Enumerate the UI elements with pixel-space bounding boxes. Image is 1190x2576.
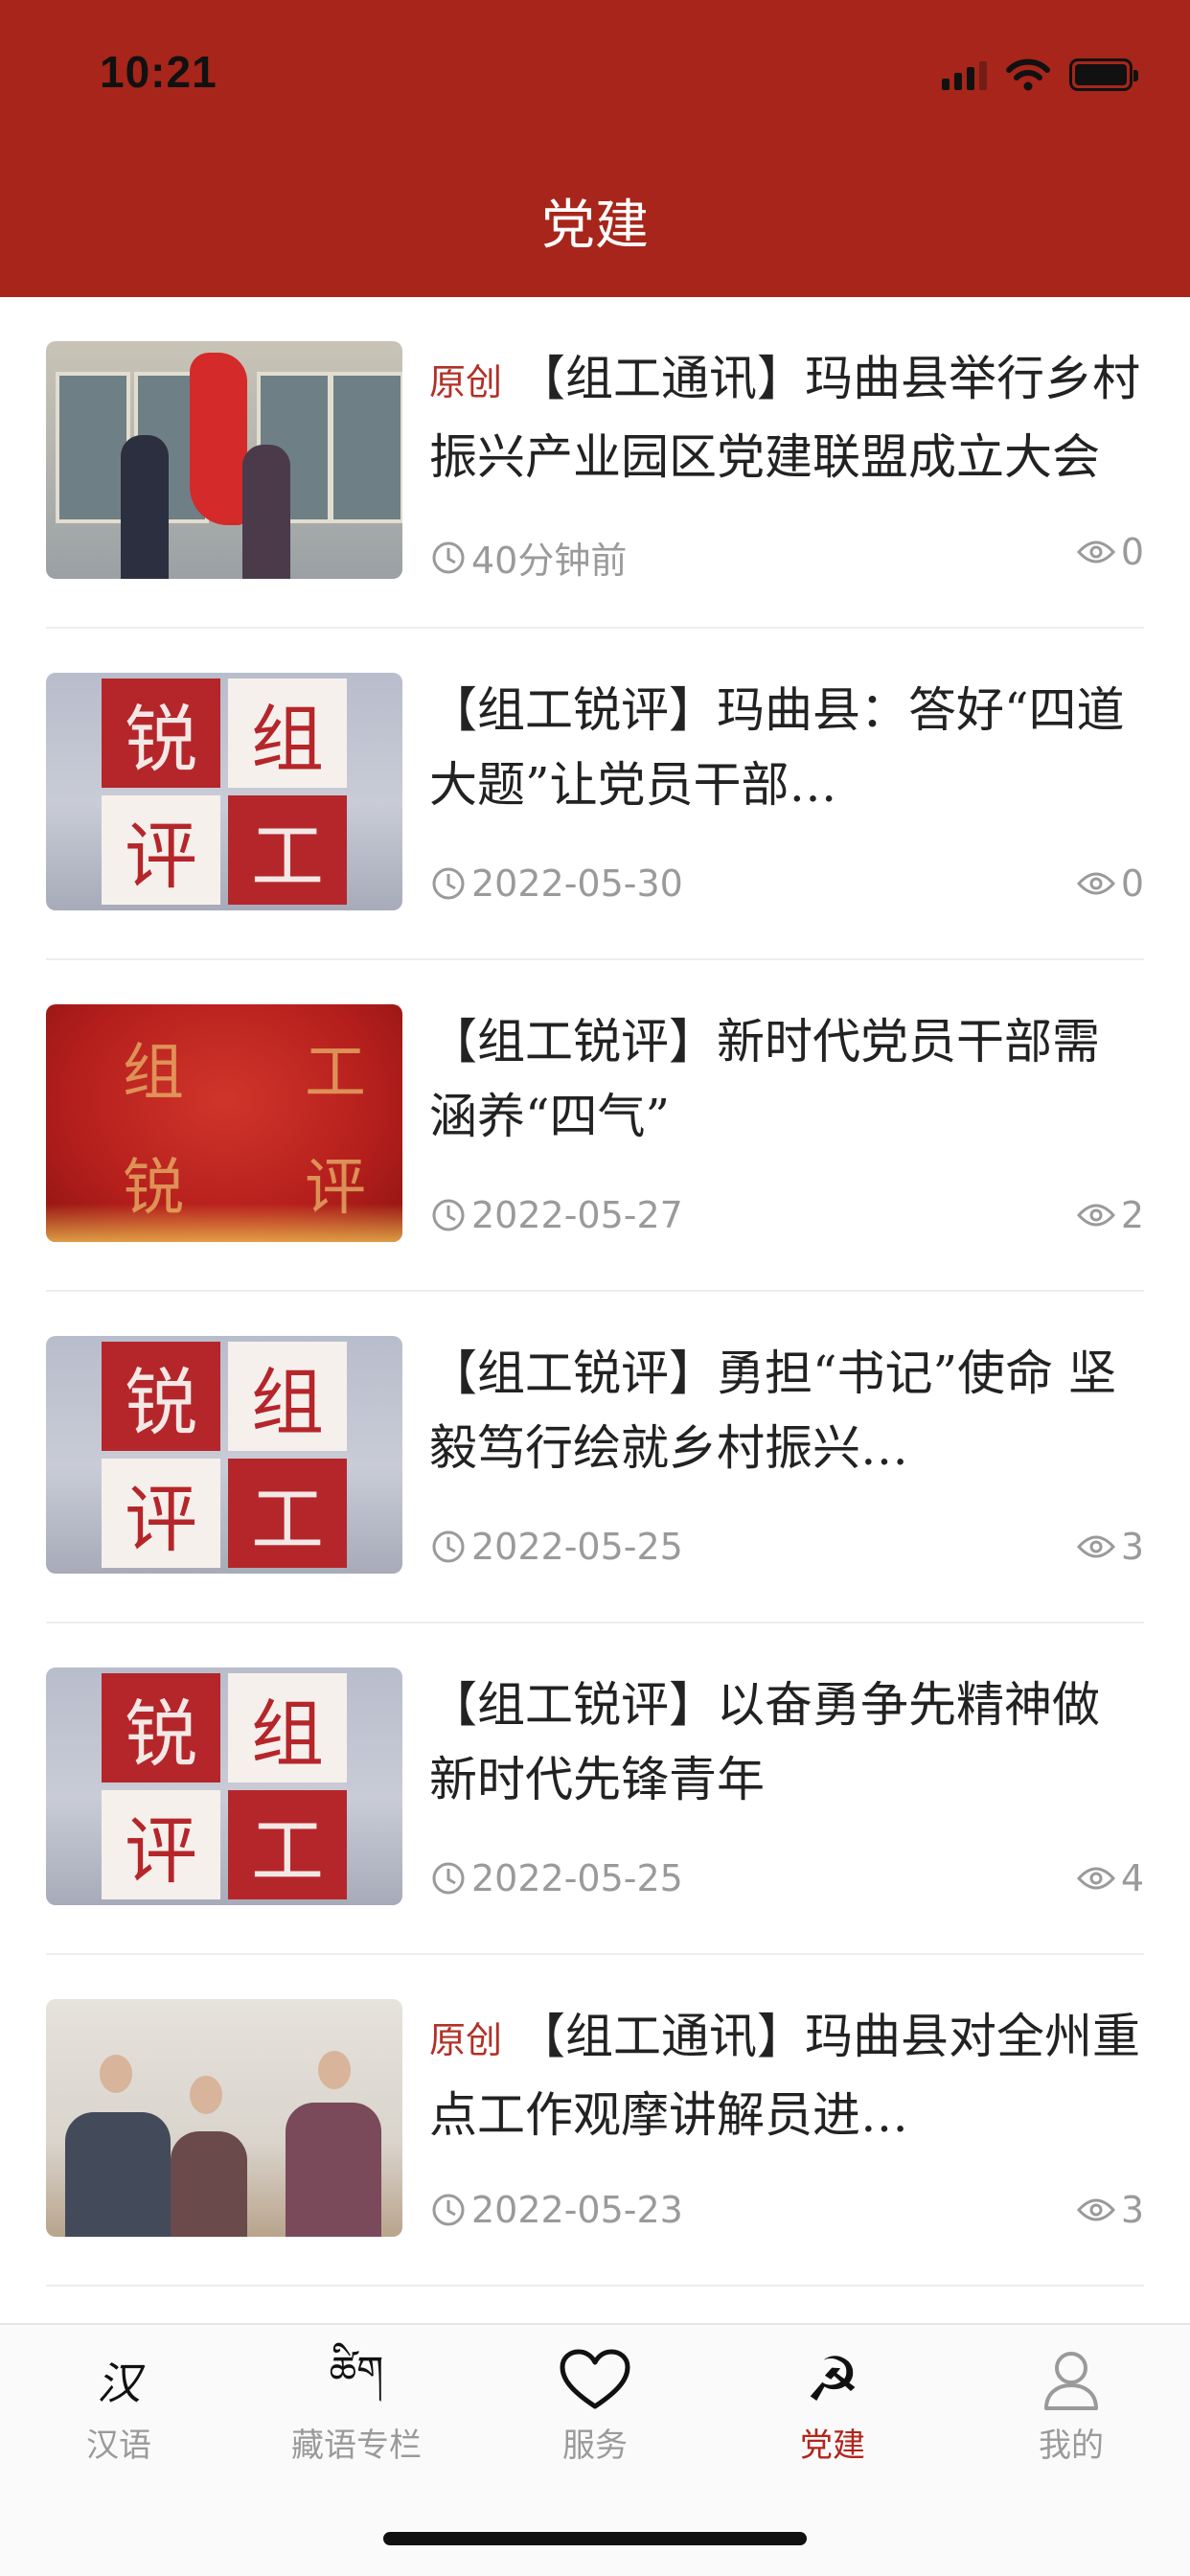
list-item[interactable]: 锐组 评工 【组工锐评】玛曲县：答好“四道大题”让党员干部… 2022-05-3… (46, 629, 1144, 960)
eye-icon (1076, 872, 1115, 895)
article-title: 【组工锐评】以奋勇争先精神做新时代先锋青年 (429, 1677, 1100, 1807)
article-list: 原创 【组工通讯】玛曲县举行乡村振兴产业园区党建联盟成立大会 40分钟前 0 锐组… (46, 297, 1144, 2287)
article-title: 【组工锐评】勇担“书记”使命 坚毅笃行绘就乡村振兴… (429, 1346, 1117, 1476)
tab-chinese[interactable]: 汉 汉语 (23, 2346, 215, 2466)
clock-icon (432, 1862, 465, 1895)
cellular-signal-icon (942, 59, 987, 90)
original-tag: 原创 (429, 2019, 503, 2061)
view-count: 2 (1076, 1194, 1144, 1236)
user-icon (1044, 2352, 1098, 2410)
clock-icon (432, 1530, 465, 1563)
article-thumbnail: 锐组 评工 (46, 1336, 402, 1574)
article-title: 原创 【组工通讯】玛曲县对全州重点工作观摩讲解员进… (429, 2009, 1141, 2143)
article-title: 原创 【组工通讯】玛曲县举行乡村振兴产业园区党建联盟成立大会 (429, 351, 1141, 485)
publish-time: 2022-05-25 (429, 1526, 683, 1568)
eye-icon (1076, 1867, 1115, 1890)
clock-icon (432, 867, 465, 900)
article-thumbnail (46, 1999, 402, 2237)
battery-icon (1069, 58, 1138, 91)
view-count: 0 (1076, 862, 1144, 905)
heart-icon (560, 2349, 630, 2409)
list-item[interactable]: 原创 【组工通讯】玛曲县对全州重点工作观摩讲解员进… 2022-05-23 3 (46, 1955, 1144, 2287)
status-time: 10:21 (100, 47, 217, 97)
article-thumbnail (46, 341, 402, 579)
tab-service[interactable]: 服务 (499, 2346, 691, 2466)
article-title: 【组工锐评】玛曲县：答好“四道大题”让党员干部… (429, 682, 1125, 813)
list-item[interactable]: 原创 【组工通讯】玛曲县举行乡村振兴产业园区党建联盟成立大会 40分钟前 0 (46, 297, 1144, 629)
han-character-icon: 汉 (97, 2358, 141, 2409)
publish-time: 40分钟前 (429, 531, 627, 584)
view-count: 4 (1076, 1857, 1144, 1899)
clock-icon (432, 2194, 465, 2226)
article-thumbnail: 锐组 评工 (46, 673, 402, 910)
status-icons (942, 56, 1138, 94)
eye-icon (1076, 1204, 1115, 1227)
eye-icon (1076, 2198, 1115, 2221)
publish-time: 2022-05-27 (429, 1194, 683, 1236)
wifi-icon (1006, 58, 1050, 91)
party-emblem-icon: ☭ (805, 2345, 860, 2416)
article-thumbnail: 锐组 评工 (46, 1668, 402, 1905)
tab-party-building[interactable]: ☭ 党建 (737, 2345, 928, 2466)
clock-icon (432, 541, 465, 573)
view-count: 0 (1076, 531, 1144, 573)
original-tag: 原创 (429, 361, 503, 403)
publish-time: 2022-05-30 (429, 862, 683, 905)
tab-profile[interactable]: 我的 (975, 2346, 1167, 2466)
view-count: 3 (1076, 2189, 1144, 2231)
publish-time: 2022-05-23 (429, 2189, 683, 2231)
bottom-tab-bar: 汉 汉语 ཚིག 藏语专栏 服务 ☭ 党建 我的 (0, 2323, 1190, 2576)
article-thumbnail: 组 工 锐 评 (46, 1004, 402, 1242)
home-indicator[interactable] (383, 2532, 807, 2545)
list-item[interactable]: 锐组 评工 【组工锐评】以奋勇争先精神做新时代先锋青年 2022-05-25 4 (46, 1623, 1144, 1955)
tab-tibetan[interactable]: ཚིག 藏语专栏 (261, 2346, 452, 2466)
clock-icon (432, 1199, 465, 1231)
article-title: 【组工锐评】新时代党员干部需涵养“四气” (429, 1014, 1100, 1144)
eye-icon (1076, 540, 1115, 564)
app-header: 10:21 党建 (0, 0, 1190, 297)
list-item[interactable]: 锐组 评工 【组工锐评】勇担“书记”使命 坚毅笃行绘就乡村振兴… 2022-05… (46, 1292, 1144, 1623)
eye-icon (1076, 1535, 1115, 1558)
page-title: 党建 (541, 195, 649, 257)
publish-time: 2022-05-25 (429, 1857, 683, 1899)
list-item[interactable]: 组 工 锐 评 【组工锐评】新时代党员干部需涵养“四气” 2022-05-27 … (46, 960, 1144, 1292)
view-count: 3 (1076, 1526, 1144, 1568)
